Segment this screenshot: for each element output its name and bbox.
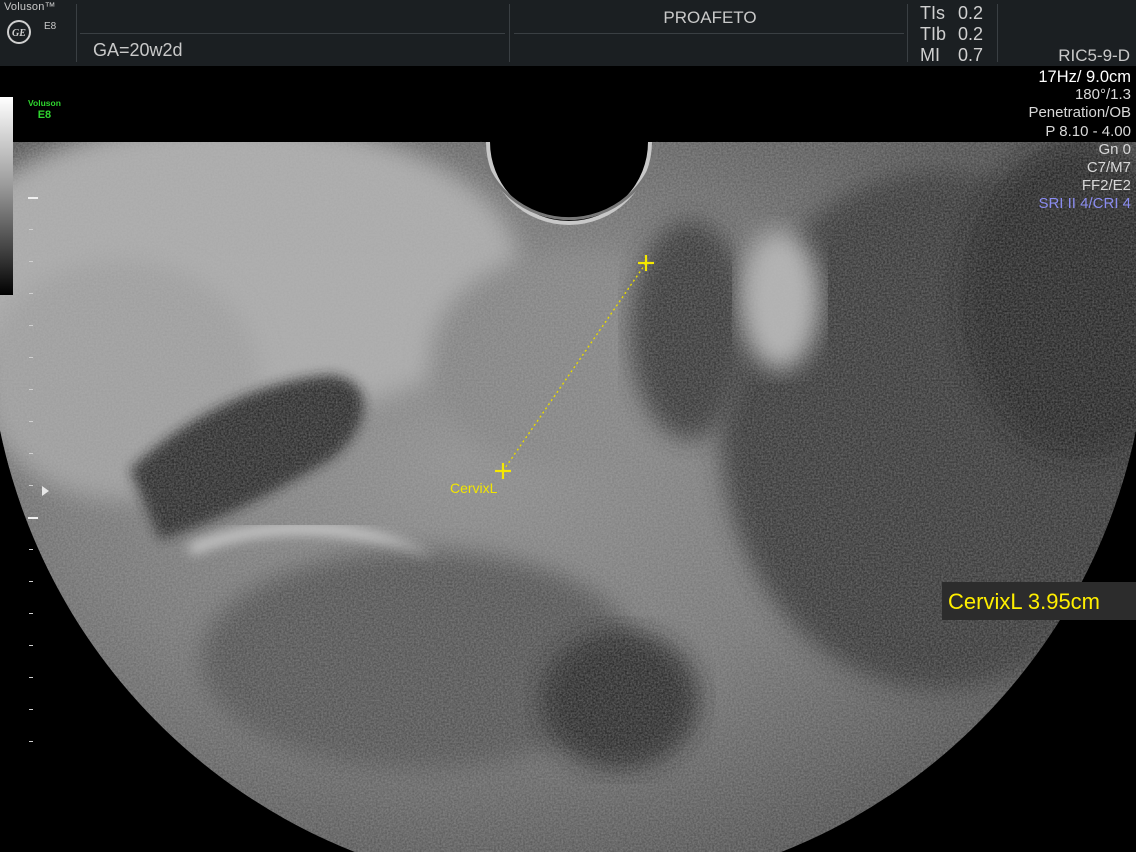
header-divider	[509, 4, 510, 62]
svg-text:GE: GE	[12, 28, 26, 39]
depth-tick	[29, 325, 33, 326]
depth-tick	[29, 645, 33, 646]
safety-value: 0.2	[958, 3, 984, 23]
header-bar: Voluson™ GE E8 GA=20w2d PROAFETO TIs 0.2 …	[0, 0, 1136, 66]
safety-label: TIb	[920, 24, 947, 44]
voluson-tag-model: E8	[37, 109, 52, 121]
depth-tick	[28, 197, 38, 199]
safety-index-tib: TIb 0.2	[920, 24, 983, 45]
header-separator	[514, 33, 904, 34]
depth-tick	[29, 741, 33, 742]
voluson-tag-text: Voluson	[28, 98, 61, 108]
probe-name: RIC5-9-D	[1058, 46, 1130, 65]
depth-tick	[29, 421, 33, 422]
depth-tick	[29, 389, 33, 390]
contrast-setting: C7/M7	[1086, 159, 1131, 177]
scan-mode: Penetration/OB	[1028, 104, 1131, 122]
measurement-result: CervixL 3.95cm	[942, 582, 1136, 620]
depth-tick	[29, 677, 33, 678]
safety-label: TIs	[920, 3, 945, 23]
header-divider	[997, 4, 998, 62]
patient-name: PROAFETO	[663, 8, 757, 27]
imaging-parameters: 17Hz/ 9.0cm 180°/1.3 Penetration/OB P 8.…	[1028, 68, 1131, 214]
header-divider	[76, 4, 77, 62]
sector-angle: 180°/1.3	[1074, 86, 1131, 104]
depth-tick	[29, 453, 33, 454]
ge-logo-icon: GE	[7, 20, 31, 44]
gain-setting: Gn 0	[1098, 140, 1131, 158]
gestational-age: GA=20w2d	[93, 40, 183, 60]
sri-setting: SRI II 4/CRI 4	[1038, 195, 1131, 213]
safety-value: 0.2	[958, 24, 984, 44]
depth-tick	[29, 581, 33, 582]
header-separator	[80, 33, 505, 34]
depth-tick	[29, 485, 33, 486]
safety-index-mi: MI 0.7	[920, 45, 983, 66]
safety-index-tis: TIs 0.2	[920, 3, 983, 24]
measurement-label: CervixL	[450, 480, 498, 496]
depth-tick	[29, 357, 33, 358]
depth-tick	[29, 261, 33, 262]
voluson-tag: Voluson E8	[28, 97, 61, 121]
grayscale-bar	[0, 97, 13, 295]
safety-value: 0.7	[958, 45, 984, 65]
ultrasound-screen: Voluson™ GE E8 GA=20w2d PROAFETO TIs 0.2 …	[0, 0, 1136, 852]
brand-name: Voluson™	[4, 1, 56, 13]
safety-label: MI	[920, 45, 940, 65]
depth-tick	[28, 517, 38, 519]
depth-tick	[29, 709, 33, 710]
depth-tick	[29, 549, 33, 550]
header-divider	[907, 4, 908, 62]
focus-marker-icon[interactable]	[42, 486, 49, 496]
depth-tick	[29, 613, 33, 614]
filter-setting: FF2/E2	[1081, 177, 1131, 195]
ultrasound-image	[0, 66, 1136, 852]
model-name: E8	[44, 21, 57, 32]
depth-tick	[29, 293, 33, 294]
depth-tick	[29, 229, 33, 230]
frame-rate-depth: 17Hz/ 9.0cm	[1038, 68, 1131, 86]
power-setting: P 8.10 - 4.00	[1045, 122, 1131, 140]
